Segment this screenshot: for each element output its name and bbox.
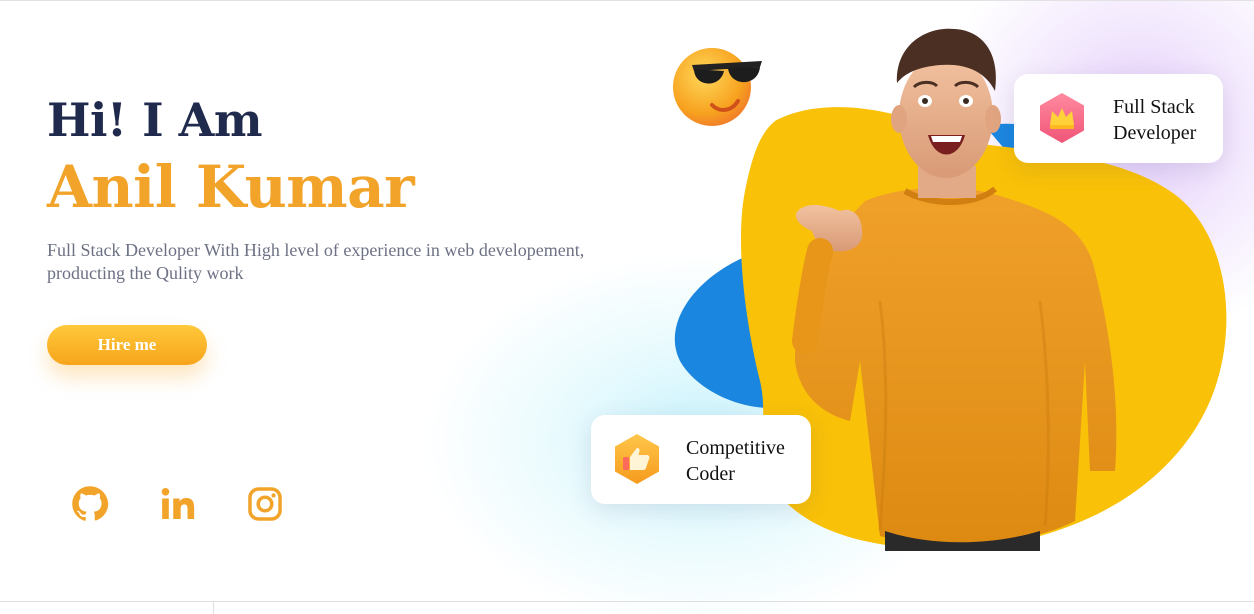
bottom-divider-tick <box>213 601 214 614</box>
bottom-divider <box>0 601 1254 602</box>
competitive-coder-badge: Competitive Coder <box>591 415 811 504</box>
coder-badge-line-1: Competitive <box>686 437 785 459</box>
linkedin-icon <box>161 488 195 520</box>
crown-icon <box>1040 93 1084 143</box>
hero-description-line-1: Full Stack Developer With High level of … <box>47 240 585 260</box>
linkedin-link[interactable] <box>157 483 199 525</box>
hero-greeting: Hi! I Am <box>47 93 263 147</box>
competitive-coder-badge-text: Competitive Coder <box>686 435 806 487</box>
cool-emoji-icon <box>673 48 762 126</box>
thumbs-up-icon <box>615 434 659 484</box>
full-stack-badge-line-2: Developer <box>1113 122 1197 144</box>
full-stack-badge-text: Full Stack Developer <box>1113 94 1221 146</box>
full-stack-badge-line-1: Full Stack <box>1113 96 1195 118</box>
hero-description: Full Stack Developer With High level of … <box>47 239 667 285</box>
hire-me-button[interactable]: Hire me <box>47 325 207 365</box>
hero-name: Anil Kumar <box>47 153 415 221</box>
github-icon <box>72 486 109 521</box>
github-link[interactable] <box>69 483 111 525</box>
full-stack-developer-badge: Full Stack Developer <box>1014 74 1223 163</box>
coder-badge-line-2: Coder <box>686 463 735 485</box>
instagram-link[interactable] <box>244 483 286 525</box>
hero-section: Hi! I Am Anil Kumar Full Stack Developer… <box>0 0 1254 614</box>
instagram-icon <box>248 487 282 521</box>
hero-description-line-2: producting the Qulity work <box>47 263 244 283</box>
